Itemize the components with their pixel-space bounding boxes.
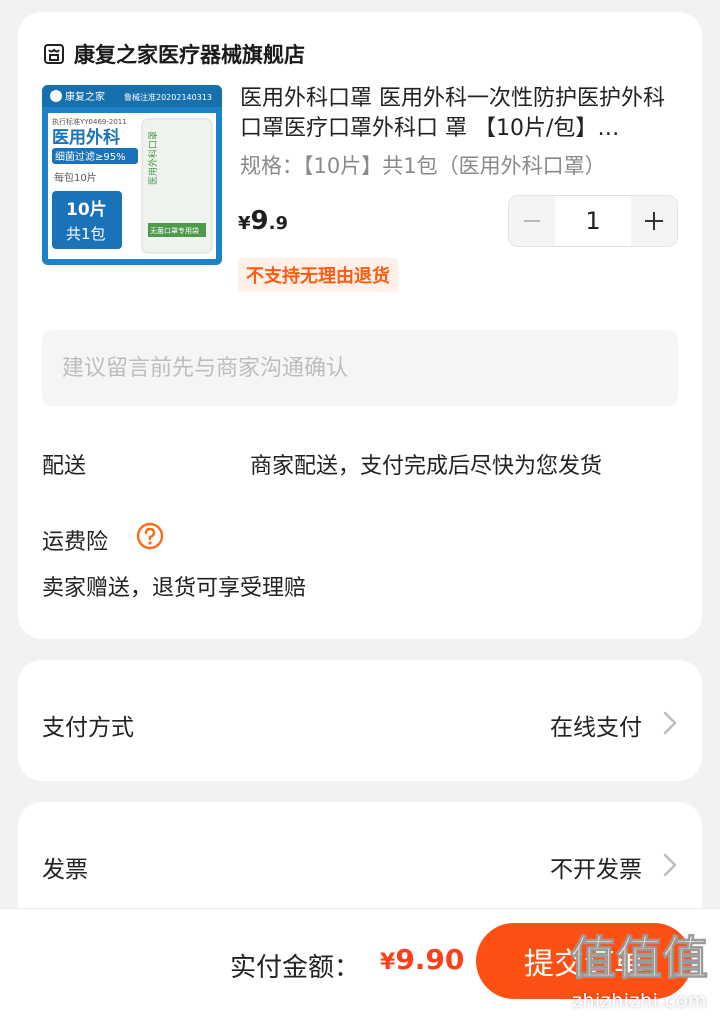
store-name[interactable]: 康复之家医疗器械旗舰店 bbox=[74, 39, 305, 69]
delivery-value: 商家配送，支付完成后尽快为您发货 bbox=[250, 454, 603, 479]
order-card: 康复之家医疗器械旗舰店 康复之家 鲁械注准20202140313 执行标准YY0… bbox=[18, 12, 702, 639]
pack-label-text: 无菌口罩专用袋 bbox=[150, 226, 199, 235]
invoice-value: 不开发票 bbox=[550, 857, 642, 883]
count-line2-text: 共1包 bbox=[66, 225, 106, 243]
watermark-text: zhizhizhi.com bbox=[572, 990, 708, 1012]
increment-button[interactable] bbox=[631, 196, 677, 246]
count-line1-text: 10片 bbox=[66, 199, 107, 220]
chevron-right-icon bbox=[663, 711, 677, 735]
pack-text: 医用外科口罩 bbox=[147, 131, 159, 185]
help-icon[interactable] bbox=[136, 522, 164, 550]
store-header[interactable]: 康复之家医疗器械旗舰店 bbox=[42, 36, 305, 72]
insurance-label: 运费险 bbox=[42, 530, 109, 555]
total-currency: ¥ bbox=[380, 950, 396, 975]
payment-value: 在线支付 bbox=[550, 715, 642, 741]
filter-text: 细菌过滤≥95% bbox=[55, 150, 126, 163]
no-return-badge: 不支持无理由退货 bbox=[238, 258, 398, 292]
product-spec[interactable]: 规格：【10片】共1包（医用外科口罩） bbox=[240, 150, 606, 180]
chevron-right-icon bbox=[663, 853, 677, 877]
quantity-stepper: 1 bbox=[508, 195, 678, 247]
price-integer: 9 bbox=[250, 206, 269, 236]
reg-number-text: 鲁械注准20202140313 bbox=[124, 92, 212, 102]
decrement-button[interactable] bbox=[509, 196, 555, 246]
payment-method-row[interactable]: 支付方式 在线支付 bbox=[18, 660, 702, 781]
plus-icon bbox=[645, 212, 663, 230]
total-label: 实付金额： bbox=[230, 953, 361, 983]
price-decimal: .9 bbox=[268, 213, 288, 234]
product-price: ¥9.9 bbox=[238, 206, 288, 236]
quantity-value[interactable]: 1 bbox=[555, 207, 631, 235]
headline-text: 医用外科 bbox=[52, 127, 120, 148]
invoice-label: 发票 bbox=[42, 857, 88, 883]
store-icon bbox=[44, 44, 64, 64]
payment-label: 支付方式 bbox=[42, 715, 134, 741]
total-value: 9.90 bbox=[395, 943, 465, 976]
standard-text: 执行标准YY0469-2011 bbox=[52, 117, 127, 126]
delivery-label: 配送 bbox=[42, 454, 87, 479]
insurance-desc: 卖家赠送，退货可享受理赔 bbox=[42, 576, 307, 601]
submit-order-button[interactable]: 提交订单 bbox=[476, 923, 692, 999]
product-title[interactable]: 医用外科口罩 医用外科一次性防护医护外科口罩医疗口罩外科口 罩 【10片/包】… bbox=[240, 84, 680, 144]
total-amount: ¥9.90 bbox=[380, 943, 464, 976]
product-thumbnail[interactable]: 康复之家 鲁械注准20202140313 执行标准YY0469-2011 医用外… bbox=[42, 85, 222, 265]
per-pack-text: 每包10片 bbox=[54, 171, 97, 184]
price-currency: ¥ bbox=[238, 213, 251, 234]
minus-icon bbox=[524, 220, 540, 222]
memo-input[interactable] bbox=[42, 330, 678, 406]
brand-logo-text: 康复之家 bbox=[65, 90, 105, 103]
